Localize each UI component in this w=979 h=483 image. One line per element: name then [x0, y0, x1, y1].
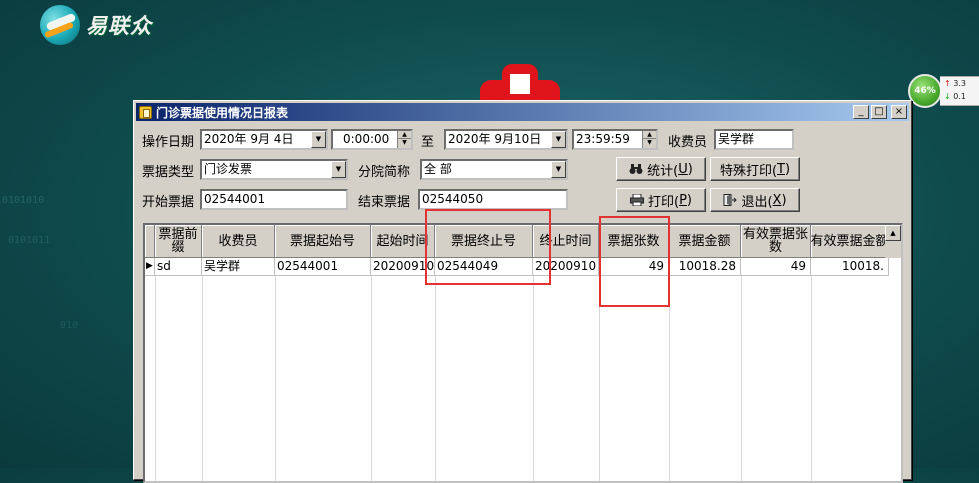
row-indicator-header [145, 225, 155, 258]
time-from-value: 0:00:00 [343, 132, 390, 146]
ticket-type-select[interactable]: 门诊发票 ▼ [200, 159, 348, 180]
grid-line [202, 276, 203, 481]
row-pointer-icon: ▶ [145, 258, 155, 276]
download-speed: 0.1 [953, 92, 966, 101]
to-label: 至 [421, 135, 435, 150]
brand-logo-icon [40, 5, 80, 45]
print-button[interactable]: 打印(P) [616, 188, 706, 212]
start-ticket-input[interactable]: 02544001 [200, 189, 348, 210]
branch-select[interactable]: 全 部 ▼ [420, 159, 568, 180]
table-scrollbar[interactable]: ▲ [885, 225, 901, 258]
column-header[interactable]: 有效票据张数 [741, 225, 811, 258]
table-cell[interactable]: 10018. [811, 258, 889, 276]
grid-line [599, 276, 600, 481]
column-header[interactable]: 收费员 [202, 225, 275, 258]
table-cell[interactable]: 49 [741, 258, 811, 276]
printer-icon [630, 193, 644, 207]
table-cell[interactable]: 02544001 [275, 258, 371, 276]
start-ticket-value: 02544001 [204, 192, 266, 206]
column-header[interactable]: 票据金额 [669, 225, 741, 258]
time-to-input[interactable]: 23:59:59 ▲ ▼ [572, 129, 658, 150]
minimize-button[interactable]: _ [853, 105, 869, 119]
upload-speed: 3.3 [953, 79, 966, 88]
time-to-spinner[interactable]: ▲ ▼ [642, 131, 656, 148]
report-window: 门诊票据使用情况日报表 _ □ × 操作日期 2020年 9月 4日 ▼ 0:0… [133, 100, 912, 483]
red-emblem-icon [472, 62, 568, 102]
binoculars-icon [629, 163, 643, 175]
chevron-down-icon[interactable]: ▼ [331, 161, 346, 178]
grid-line [275, 276, 276, 481]
scroll-up-icon[interactable]: ▲ [885, 225, 901, 241]
exit-button[interactable]: 退出(X) [710, 188, 800, 212]
date-to-value: 2020年 9月10日 [448, 132, 542, 146]
grid-line [669, 276, 670, 481]
cashier-value: 吴学群 [718, 132, 755, 146]
maximize-button[interactable]: □ [871, 105, 887, 119]
chevron-down-icon[interactable]: ▼ [311, 131, 326, 148]
cashier-label: 收费员 [668, 135, 708, 150]
grid-line [371, 276, 372, 481]
column-header[interactable]: 有效票据金额 [811, 225, 889, 258]
upload-arrow-icon: ↑ [944, 79, 951, 88]
statistics-button[interactable]: 统计(U) [616, 157, 706, 181]
column-header[interactable]: 票据起始号 [275, 225, 371, 258]
chevron-down-icon[interactable]: ▼ [551, 161, 566, 178]
download-arrow-icon: ↓ [944, 92, 951, 101]
system-monitor-widget[interactable]: 46% ↑ 3.3 ↓ 0.1 [908, 74, 979, 108]
time-from-spinner[interactable]: ▲ ▼ [397, 131, 411, 148]
date-from-value: 2020年 9月 4日 [204, 132, 294, 146]
window-title: 门诊票据使用情况日报表 [156, 105, 289, 120]
grid-line [741, 276, 742, 481]
date-to-picker[interactable]: 2020年 9月10日 ▼ [444, 129, 568, 150]
background-binary-text: 010 [60, 320, 79, 331]
special-print-button[interactable]: 特殊打印(T) [710, 157, 800, 181]
date-label: 操作日期 [142, 135, 195, 150]
grid-line [811, 276, 812, 481]
time-from-input[interactable]: 0:00:00 ▲ ▼ [331, 129, 413, 150]
ticket-type-value: 门诊发票 [204, 162, 253, 176]
cashier-input[interactable]: 吴学群 [714, 129, 794, 150]
ticket-type-label: 票据类型 [142, 165, 195, 180]
network-speed-panel: ↑ 3.3 ↓ 0.1 [940, 76, 979, 106]
table-cell[interactable]: 吴学群 [202, 258, 275, 276]
table-cell[interactable]: 10018.28 [669, 258, 741, 276]
start-ticket-label: 开始票据 [142, 195, 195, 210]
background-binary-text: 0101011 [8, 235, 51, 246]
document-icon [139, 105, 152, 119]
highlight-box-ticket-count [599, 216, 670, 307]
end-ticket-value: 02544050 [422, 192, 484, 206]
date-from-picker[interactable]: 2020年 9月 4日 ▼ [200, 129, 328, 150]
grid-line [435, 276, 436, 481]
cpu-usage-gauge: 46% [908, 74, 942, 108]
branch-value: 全 部 [424, 162, 452, 176]
background-binary-text: 0101010 [2, 195, 45, 206]
grid-line [155, 276, 156, 481]
brand-name: 易联众 [86, 14, 152, 38]
grid-line [533, 276, 534, 481]
time-to-value: 23:59:59 [576, 132, 630, 146]
window-titlebar[interactable]: 门诊票据使用情况日报表 _ □ × [136, 103, 909, 121]
highlight-box-end-number [425, 209, 551, 285]
chevron-down-icon[interactable]: ▼ [551, 131, 566, 148]
end-ticket-input[interactable]: 02544050 [418, 189, 568, 210]
close-button[interactable]: × [891, 105, 907, 119]
table-cell[interactable]: sd [155, 258, 202, 276]
scroll-track[interactable] [885, 241, 901, 258]
column-header[interactable]: 票据前缀 [155, 225, 202, 258]
exit-door-icon [723, 194, 738, 206]
end-ticket-label: 结束票据 [358, 195, 411, 210]
branch-label: 分院简称 [358, 165, 411, 180]
desktop-brand-logo: 易联众 [40, 5, 152, 45]
